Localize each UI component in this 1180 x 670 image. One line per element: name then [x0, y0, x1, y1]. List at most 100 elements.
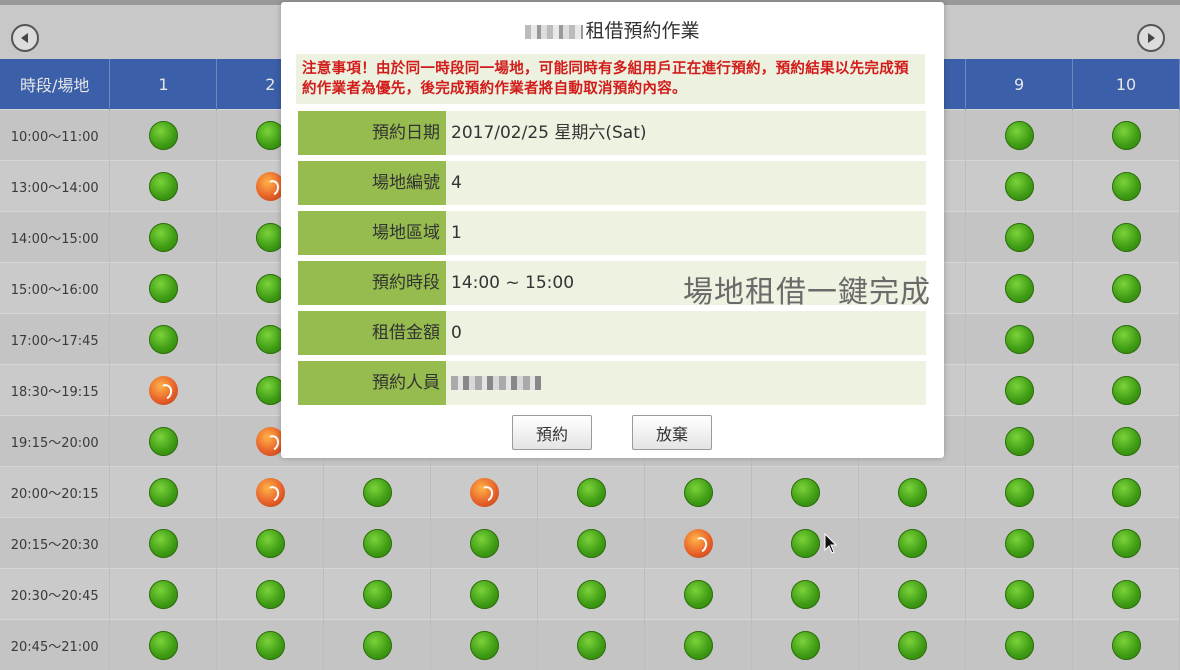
available-slot-icon[interactable]: [1004, 222, 1034, 252]
available-slot-icon[interactable]: [1111, 630, 1141, 660]
available-slot-icon[interactable]: [148, 426, 178, 456]
available-slot-icon[interactable]: [1111, 579, 1141, 609]
slot-cell: [109, 619, 218, 670]
available-slot-icon[interactable]: [790, 630, 820, 660]
slot-cell: [537, 568, 646, 620]
available-slot-icon[interactable]: [469, 579, 499, 609]
available-slot-icon[interactable]: [790, 477, 820, 507]
slot-cell: [430, 619, 539, 670]
slot-cell: [965, 619, 1074, 670]
available-slot-icon[interactable]: [1111, 273, 1141, 303]
available-slot-icon[interactable]: [1111, 477, 1141, 507]
confirm-booking-button[interactable]: 預約: [512, 415, 592, 450]
field-value: 0: [451, 323, 462, 343]
available-slot-icon[interactable]: [148, 273, 178, 303]
available-slot-icon[interactable]: [148, 630, 178, 660]
available-slot-icon[interactable]: [790, 579, 820, 609]
time-slot-label: 17:00～17:45: [0, 313, 111, 365]
available-slot-icon[interactable]: [1111, 222, 1141, 252]
available-slot-icon[interactable]: [469, 630, 499, 660]
slot-cell: [1072, 160, 1180, 212]
next-week-button[interactable]: [1137, 24, 1165, 52]
slot-cell: [751, 466, 860, 518]
available-slot-icon[interactable]: [1004, 477, 1034, 507]
available-slot-icon[interactable]: [362, 477, 392, 507]
available-slot-icon[interactable]: [362, 630, 392, 660]
available-slot-icon[interactable]: [576, 579, 606, 609]
available-slot-icon[interactable]: [1111, 375, 1141, 405]
slot-cell: [323, 517, 432, 569]
available-slot-icon[interactable]: [576, 630, 606, 660]
available-slot-icon[interactable]: [1004, 375, 1034, 405]
available-slot-icon[interactable]: [1004, 273, 1034, 303]
available-slot-icon[interactable]: [683, 630, 713, 660]
available-slot-icon[interactable]: [683, 579, 713, 609]
slot-cell: [965, 415, 1074, 467]
slot-cell: [1072, 568, 1180, 620]
slot-cell: [430, 517, 539, 569]
available-slot-icon[interactable]: [897, 477, 927, 507]
court-header: 9: [965, 59, 1074, 110]
slot-cell: [1072, 364, 1180, 416]
dialog-title: 租借預約作業: [281, 16, 944, 43]
available-slot-icon[interactable]: [576, 528, 606, 558]
available-slot-icon[interactable]: [897, 528, 927, 558]
available-slot-icon[interactable]: [148, 120, 178, 150]
available-slot-icon[interactable]: [148, 477, 178, 507]
available-slot-icon[interactable]: [1004, 630, 1034, 660]
available-slot-icon[interactable]: [897, 579, 927, 609]
available-slot-icon[interactable]: [1004, 579, 1034, 609]
court-header: 1: [109, 59, 218, 110]
corner-header: 時段/場地: [0, 59, 111, 110]
available-slot-icon[interactable]: [897, 630, 927, 660]
available-slot-icon[interactable]: [255, 579, 285, 609]
slot-cell: [965, 313, 1074, 365]
cancel-button[interactable]: 放棄: [632, 415, 712, 450]
field-label: 場地編號: [298, 161, 446, 205]
available-slot-icon[interactable]: [1111, 120, 1141, 150]
slot-cell: [323, 619, 432, 670]
available-slot-icon[interactable]: [148, 579, 178, 609]
slot-cell: [216, 619, 325, 670]
slot-cell: [965, 568, 1074, 620]
slot-cell: [109, 211, 218, 263]
prev-week-button[interactable]: [11, 24, 39, 52]
time-slot-label: 10:00～11:00: [0, 109, 111, 161]
slot-cell: [323, 466, 432, 518]
available-slot-icon[interactable]: [1004, 120, 1034, 150]
time-slot-label: 13:00～14:00: [0, 160, 111, 212]
available-slot-icon[interactable]: [1004, 171, 1034, 201]
available-slot-icon[interactable]: [1004, 324, 1034, 354]
available-slot-icon[interactable]: [148, 171, 178, 201]
slot-cell: [109, 517, 218, 569]
slot-cell: [1072, 262, 1180, 314]
available-slot-icon[interactable]: [790, 528, 820, 558]
available-slot-icon[interactable]: [362, 579, 392, 609]
available-slot-icon[interactable]: [148, 528, 178, 558]
field-value: 1: [451, 223, 462, 243]
field-court-area: 場地區域 1: [298, 211, 926, 255]
available-slot-icon[interactable]: [255, 528, 285, 558]
available-slot-icon[interactable]: [683, 477, 713, 507]
available-slot-icon[interactable]: [1004, 426, 1034, 456]
time-slot-label: 19:15～20:00: [0, 415, 111, 467]
available-slot-icon[interactable]: [1111, 171, 1141, 201]
field-value: 2017/02/25 星期六(Sat): [451, 123, 647, 143]
slot-cell: [965, 109, 1074, 161]
available-slot-icon[interactable]: [1111, 324, 1141, 354]
slot-cell: [965, 466, 1074, 518]
available-slot-icon[interactable]: [1111, 528, 1141, 558]
available-slot-icon[interactable]: [1004, 528, 1034, 558]
field-value: 14:00 ~ 15:00: [451, 273, 575, 293]
time-slot-label: 18:30～19:15: [0, 364, 111, 416]
available-slot-icon[interactable]: [362, 528, 392, 558]
available-slot-icon[interactable]: [576, 477, 606, 507]
slot-cell: [109, 568, 218, 620]
available-slot-icon[interactable]: [1111, 426, 1141, 456]
available-slot-icon[interactable]: [148, 222, 178, 252]
available-slot-icon[interactable]: [148, 324, 178, 354]
slot-cell: [109, 364, 218, 416]
slot-cell: [858, 568, 967, 620]
available-slot-icon[interactable]: [469, 528, 499, 558]
available-slot-icon[interactable]: [255, 630, 285, 660]
